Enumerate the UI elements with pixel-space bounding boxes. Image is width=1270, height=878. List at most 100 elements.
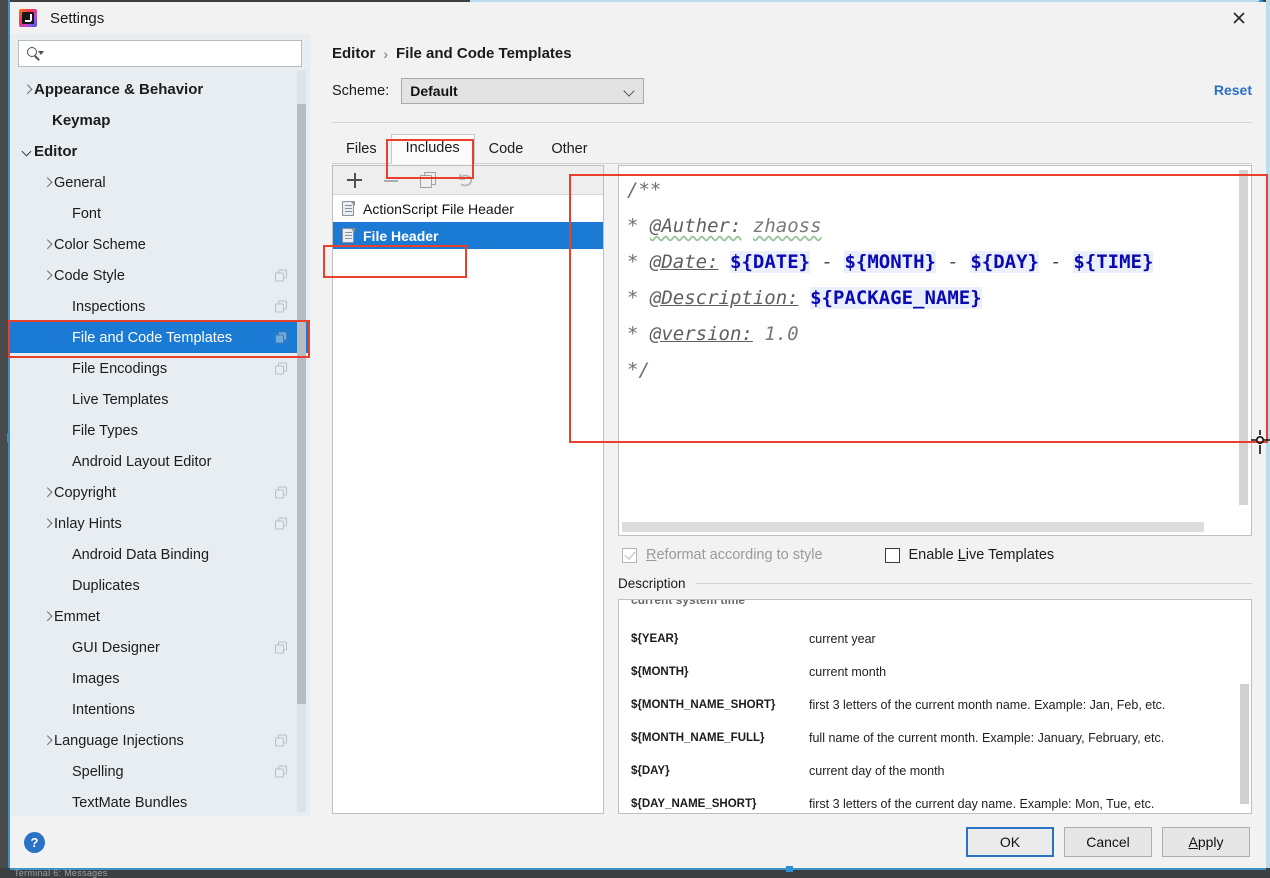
code-horizontal-scroll-thumb[interactable] bbox=[622, 522, 1204, 532]
sidebar-item-inspections[interactable]: Inspections bbox=[10, 291, 310, 322]
description-variable-value: current day of the month bbox=[809, 763, 945, 778]
sidebar-item-intentions[interactable]: Intentions bbox=[10, 694, 310, 725]
description-variable-value: current year bbox=[809, 631, 876, 646]
apply-button[interactable]: Apply bbox=[1162, 827, 1250, 857]
code-vertical-scroll-thumb[interactable] bbox=[1239, 170, 1248, 505]
search-box[interactable] bbox=[18, 40, 302, 67]
description-scroll-thumb[interactable] bbox=[1240, 684, 1249, 804]
footer-buttons: OK Cancel Apply bbox=[956, 827, 1250, 857]
project-scope-icon bbox=[275, 734, 288, 747]
revert-icon[interactable] bbox=[456, 171, 475, 190]
sidebar-item-font[interactable]: Font bbox=[10, 198, 310, 229]
tab-other[interactable]: Other bbox=[537, 136, 601, 164]
description-box[interactable]: current system time ${YEAR} current year $… bbox=[618, 599, 1252, 814]
scheme-select[interactable]: Default bbox=[401, 78, 645, 104]
code-var-day: ${DAY} bbox=[970, 251, 1039, 273]
button-label: Apply bbox=[1188, 834, 1224, 850]
template-list-item[interactable]: File Header bbox=[333, 222, 603, 249]
reformat-according-to-style-checkbox[interactable]: Reformat according to style bbox=[622, 547, 823, 563]
chevron-down-icon bbox=[623, 85, 635, 97]
enable-live-templates-checkbox[interactable]: Enable Live Templates bbox=[884, 547, 1055, 563]
chevron-right-icon[interactable] bbox=[40, 269, 54, 283]
sidebar-item-textmate-bundles[interactable]: TextMate Bundles bbox=[10, 787, 310, 816]
sidebar-item-android-layout-editor[interactable]: Android Layout Editor bbox=[10, 446, 310, 477]
sidebar-item-file-types[interactable]: File Types bbox=[10, 415, 310, 446]
template-list-item[interactable]: ActionScript File Header bbox=[333, 195, 603, 222]
sidebar-scrollbar-thumb[interactable] bbox=[297, 104, 306, 704]
sidebar-item-language-injections[interactable]: Language Injections bbox=[10, 725, 310, 756]
chevron-right-icon[interactable] bbox=[40, 734, 54, 748]
sidebar-item-images[interactable]: Images bbox=[10, 663, 310, 694]
plus-icon[interactable] bbox=[345, 171, 364, 190]
ok-button[interactable]: OK bbox=[966, 827, 1054, 857]
code-version-value: 1.0 bbox=[764, 323, 799, 345]
code-vertical-scrollbar[interactable] bbox=[1239, 167, 1250, 519]
sidebar-item-label: Editor bbox=[34, 143, 78, 160]
sidebar-item-gui-designer[interactable]: GUI Designer bbox=[10, 632, 310, 663]
help-icon[interactable]: ? bbox=[24, 831, 45, 853]
sidebar-item-appearance-behavior[interactable]: Appearance & Behavior bbox=[10, 74, 310, 105]
chevron-right-icon[interactable] bbox=[40, 610, 54, 624]
code-var-time: ${TIME} bbox=[1073, 251, 1154, 273]
sidebar-item-file-and-code-templates[interactable]: File and Code Templates bbox=[10, 322, 310, 353]
copy-icon[interactable] bbox=[419, 171, 438, 190]
template-list[interactable]: ActionScript File Header File Header bbox=[333, 195, 603, 249]
sidebar-item-label: GUI Designer bbox=[72, 639, 160, 656]
template-editor-panel: /** * @Auther: zhaoss * @Date: ${DATE} -… bbox=[618, 165, 1252, 814]
chevron-right-icon[interactable] bbox=[40, 517, 54, 531]
sidebar-item-color-scheme[interactable]: Color Scheme bbox=[10, 229, 310, 260]
chevron-right-icon[interactable] bbox=[40, 486, 54, 500]
breadcrumb-parent[interactable]: Editor bbox=[332, 45, 375, 62]
sidebar-item-keymap[interactable]: Keymap bbox=[10, 105, 310, 136]
chevron-right-icon[interactable] bbox=[20, 83, 34, 97]
template-code-text[interactable]: /** * @Auther: zhaoss * @Date: ${DATE} -… bbox=[619, 166, 1251, 388]
description-row: ${DAY} current day of the month bbox=[619, 754, 1238, 787]
close-icon[interactable] bbox=[1218, 4, 1260, 32]
sidebar-item-label: Duplicates bbox=[72, 577, 140, 594]
chevron-right-icon[interactable] bbox=[40, 238, 54, 252]
dialog-title: Settings bbox=[50, 9, 105, 27]
sidebar-item-inlay-hints[interactable]: Inlay Hints bbox=[10, 508, 310, 539]
cancel-button[interactable]: Cancel bbox=[1064, 827, 1152, 857]
template-code-editor[interactable]: /** * @Auther: zhaoss * @Date: ${DATE} -… bbox=[618, 165, 1252, 536]
search-input[interactable] bbox=[44, 41, 301, 66]
sidebar-item-duplicates[interactable]: Duplicates bbox=[10, 570, 310, 601]
sidebar-item-copyright[interactable]: Copyright bbox=[10, 477, 310, 508]
description-row: ${DAY_NAME_SHORT} first 3 letters of the … bbox=[619, 787, 1238, 813]
template-list-panel: ActionScript File Header File Header bbox=[332, 165, 604, 814]
description-scroll-area[interactable]: current system time ${YEAR} current year $… bbox=[619, 600, 1238, 813]
sidebar-item-label: Android Data Binding bbox=[72, 546, 210, 563]
dialog-body: Appearance & Behavior Keymap Editor General… bbox=[10, 34, 1266, 816]
sidebar-item-file-encodings[interactable]: File Encodings bbox=[10, 353, 310, 384]
reset-link[interactable]: Reset bbox=[1214, 82, 1252, 98]
sidebar-item-code-style[interactable]: Code Style bbox=[10, 260, 310, 291]
sidebar-item-emmet[interactable]: Emmet bbox=[10, 601, 310, 632]
chevron-down-icon[interactable] bbox=[20, 145, 34, 159]
sidebar-item-live-templates[interactable]: Live Templates bbox=[10, 384, 310, 415]
sidebar-item-editor[interactable]: Editor bbox=[10, 136, 310, 167]
mouse-cursor-move-icon bbox=[1248, 430, 1270, 454]
code-horizontal-scrollbar[interactable] bbox=[620, 521, 1238, 534]
tab-files[interactable]: Files bbox=[332, 136, 391, 164]
sidebar-item-general[interactable]: General bbox=[10, 167, 310, 198]
sidebar-item-android-data-binding[interactable]: Android Data Binding bbox=[10, 539, 310, 570]
enable-live-templates-label: Enable Live Templates bbox=[908, 547, 1055, 563]
tab-includes[interactable]: Includes bbox=[390, 134, 475, 164]
sidebar-item-spelling[interactable]: Spelling bbox=[10, 756, 310, 787]
tab-code[interactable]: Code bbox=[475, 136, 538, 164]
template-tabs[interactable]: Files Includes Code Other bbox=[332, 131, 1252, 164]
sidebar-item-label: File Types bbox=[72, 422, 138, 439]
minus-icon[interactable] bbox=[382, 171, 401, 190]
sidebar-item-label: File and Code Templates bbox=[72, 329, 233, 346]
code-var-package-name: ${PACKAGE_NAME} bbox=[810, 287, 982, 309]
reformat-label: Reformat according to style bbox=[646, 547, 823, 563]
sidebar-item-label: Keymap bbox=[52, 112, 111, 129]
settings-tree[interactable]: Appearance & Behavior Keymap Editor General… bbox=[10, 71, 310, 816]
chevron-right-icon[interactable] bbox=[40, 176, 54, 190]
